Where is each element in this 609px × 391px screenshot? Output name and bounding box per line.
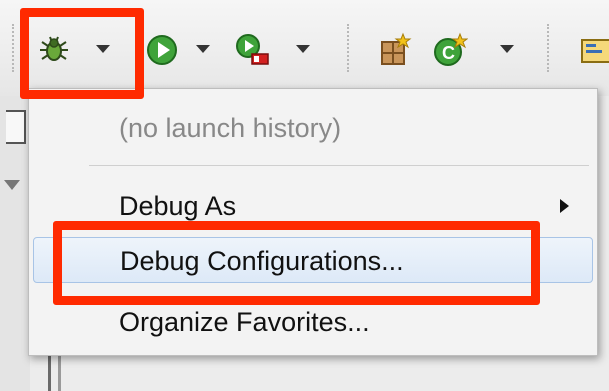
coverage-dropdown-arrow[interactable] — [296, 45, 310, 53]
view-border — [48, 352, 51, 391]
toolbar-separator — [347, 24, 349, 72]
run-dropdown-arrow[interactable] — [196, 45, 210, 53]
menu-separator — [89, 165, 589, 166]
class-icon[interactable]: C — [432, 32, 469, 68]
view-tab-fragment — [6, 110, 26, 144]
view-border — [58, 352, 61, 391]
svg-text:C: C — [442, 43, 455, 63]
class-dropdown-arrow[interactable] — [500, 45, 514, 53]
collapse-arrow-icon — [4, 180, 20, 190]
package-icon[interactable] — [376, 32, 412, 68]
open-type-icon[interactable] — [578, 32, 609, 68]
toolbar-separator — [547, 24, 549, 72]
toolbar-separator — [12, 24, 14, 72]
run-icon[interactable] — [144, 32, 180, 68]
highlight-debug-button — [20, 8, 144, 99]
menu-item-label: (no launch history) — [119, 113, 342, 143]
coverage-icon[interactable] — [234, 32, 270, 68]
highlight-debug-configurations — [53, 221, 540, 305]
menu-item-label: Organize Favorites... — [119, 307, 370, 337]
no-launch-history-item: (no launch history) — [29, 105, 597, 151]
submenu-arrow-icon — [560, 199, 569, 213]
menu-item-organize-favorites[interactable]: Organize Favorites... — [29, 299, 597, 345]
